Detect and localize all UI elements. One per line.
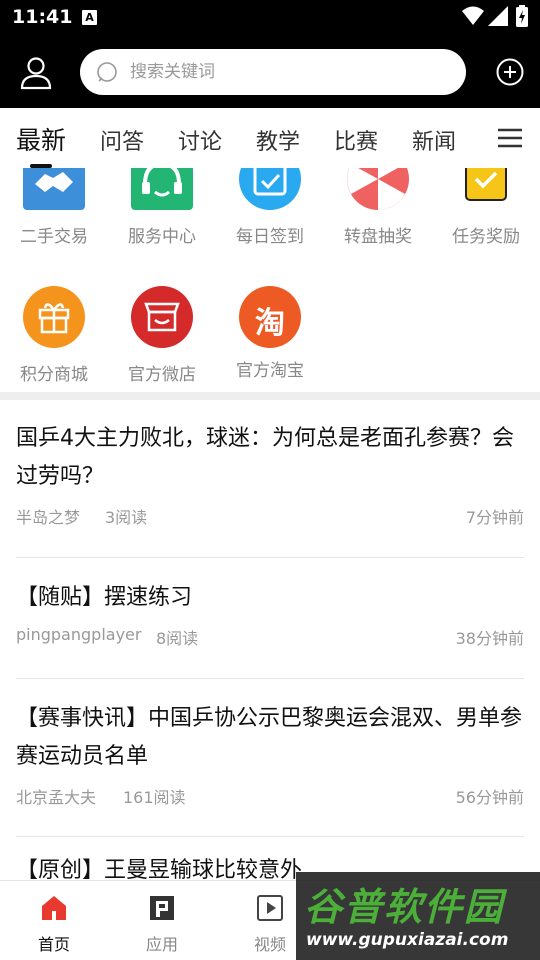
search-input[interactable] bbox=[130, 49, 450, 95]
tab-teaching[interactable]: 教学 bbox=[256, 124, 300, 156]
tab-discussion[interactable]: 讨论 bbox=[178, 124, 222, 156]
tab-news[interactable]: 新闻 bbox=[412, 124, 456, 156]
article-meta: 半岛之梦 3阅读 7分钟前 bbox=[16, 504, 524, 528]
video-icon bbox=[257, 895, 283, 921]
article-title[interactable]: 国乒4大主力败北，球迷：为何总是老面孔参赛？会过劳吗？ bbox=[16, 420, 524, 496]
signal-icon bbox=[488, 6, 508, 26]
grid-item-daily-checkin[interactable]: 每日签到 bbox=[216, 168, 324, 252]
handshake-icon bbox=[23, 168, 85, 210]
article-reads: 161阅读 bbox=[123, 788, 186, 807]
article-author[interactable]: 北京孟大夫 bbox=[16, 784, 96, 808]
tab-latest[interactable]: 最新 bbox=[16, 121, 66, 157]
tab-matches[interactable]: 比赛 bbox=[334, 124, 378, 156]
article-meta: pingpangplayer 8阅读 38分钟前 bbox=[16, 625, 524, 649]
status-bar: 11:41 A bbox=[0, 0, 540, 36]
grid-label: 官方淘宝 bbox=[236, 361, 304, 381]
article-author[interactable]: pingpangplayer bbox=[16, 625, 141, 644]
user-profile-icon[interactable] bbox=[18, 54, 54, 90]
shop-icon bbox=[131, 286, 193, 348]
article-time: 38分钟前 bbox=[455, 629, 524, 648]
article-reads: 8阅读 bbox=[156, 629, 199, 648]
article-item[interactable]: 国乒4大主力败北，球迷：为何总是老面孔参赛？会过劳吗？ 半岛之梦 3阅读 7分钟… bbox=[16, 420, 524, 558]
grid-item-service-center[interactable]: 服务中心 bbox=[108, 168, 216, 252]
nav-label: 应用 bbox=[145, 935, 178, 954]
article-title[interactable]: 【随贴】摆速练习 bbox=[16, 579, 524, 617]
nav-label: 首页 bbox=[37, 935, 70, 954]
search-bar[interactable] bbox=[80, 49, 466, 95]
add-post-icon[interactable] bbox=[496, 58, 524, 86]
grid-label: 任务奖励 bbox=[452, 227, 520, 247]
grid-item-lucky-wheel[interactable]: 转盘抽奖 bbox=[324, 168, 432, 252]
wifi-icon bbox=[462, 6, 484, 25]
tab-qa[interactable]: 问答 bbox=[100, 124, 144, 156]
taobao-glyph: 淘 bbox=[255, 306, 285, 341]
article-time: 56分钟前 bbox=[455, 788, 524, 807]
article-meta: 北京孟大夫 161阅读 56分钟前 bbox=[16, 784, 524, 808]
article-item[interactable]: 【随贴】摆速练习 pingpangplayer 8阅读 38分钟前 bbox=[16, 579, 524, 679]
watermark-url: www.gupuxiazai.com bbox=[306, 930, 509, 950]
home-icon bbox=[42, 896, 66, 920]
watermark: 谷普软件园 www.gupuxiazai.com bbox=[296, 872, 540, 960]
grid-item-official-taobao[interactable]: 淘 官方淘宝 bbox=[216, 286, 324, 381]
watermark-text: 谷普软件园 bbox=[304, 885, 505, 929]
taobao-icon: 淘 bbox=[239, 286, 301, 348]
article-time: 7分钟前 bbox=[465, 508, 524, 527]
grid-label: 积分商城 bbox=[20, 365, 88, 385]
wheel-icon bbox=[347, 168, 409, 210]
top-bar bbox=[0, 36, 540, 108]
search-icon bbox=[97, 62, 117, 82]
nav-home[interactable]: 首页 bbox=[14, 893, 94, 955]
grid-item-second-hand[interactable]: 二手交易 bbox=[0, 168, 108, 252]
grid-label: 转盘抽奖 bbox=[344, 227, 412, 247]
grid-label: 官方微店 bbox=[128, 365, 196, 385]
category-tabs: 最新 问答 讨论 教学 比赛 新闻 bbox=[0, 108, 540, 168]
task-icon bbox=[465, 168, 507, 201]
grid-label: 每日签到 bbox=[236, 227, 304, 247]
nav-apps[interactable]: 应用 bbox=[122, 893, 202, 955]
article-title[interactable]: 【赛事快讯】中国乒协公示巴黎奥运会混双、男单参赛运动员名单 bbox=[16, 700, 524, 776]
grid-item-points-mall[interactable]: 积分商城 bbox=[0, 286, 108, 385]
menu-icon[interactable] bbox=[498, 128, 522, 148]
notification-a-icon: A bbox=[82, 10, 97, 25]
battery-icon bbox=[516, 5, 528, 27]
status-time: 11:41 bbox=[12, 6, 73, 28]
gift-icon bbox=[23, 286, 85, 348]
grid-label: 二手交易 bbox=[20, 227, 88, 247]
calendar-check-icon bbox=[239, 168, 301, 210]
apps-icon bbox=[150, 896, 174, 920]
article-author[interactable]: 半岛之梦 bbox=[16, 504, 80, 528]
section-divider bbox=[0, 392, 540, 400]
grid-item-official-shop[interactable]: 官方微店 bbox=[108, 286, 216, 385]
grid-item-task-rewards[interactable]: 任务奖励 bbox=[432, 168, 540, 252]
grid-label: 服务中心 bbox=[128, 227, 196, 247]
article-reads: 3阅读 bbox=[105, 508, 148, 527]
article-item[interactable]: 【赛事快讯】中国乒协公示巴黎奥运会混双、男单参赛运动员名单 北京孟大夫 161阅… bbox=[16, 700, 524, 837]
headset-icon bbox=[131, 168, 193, 210]
